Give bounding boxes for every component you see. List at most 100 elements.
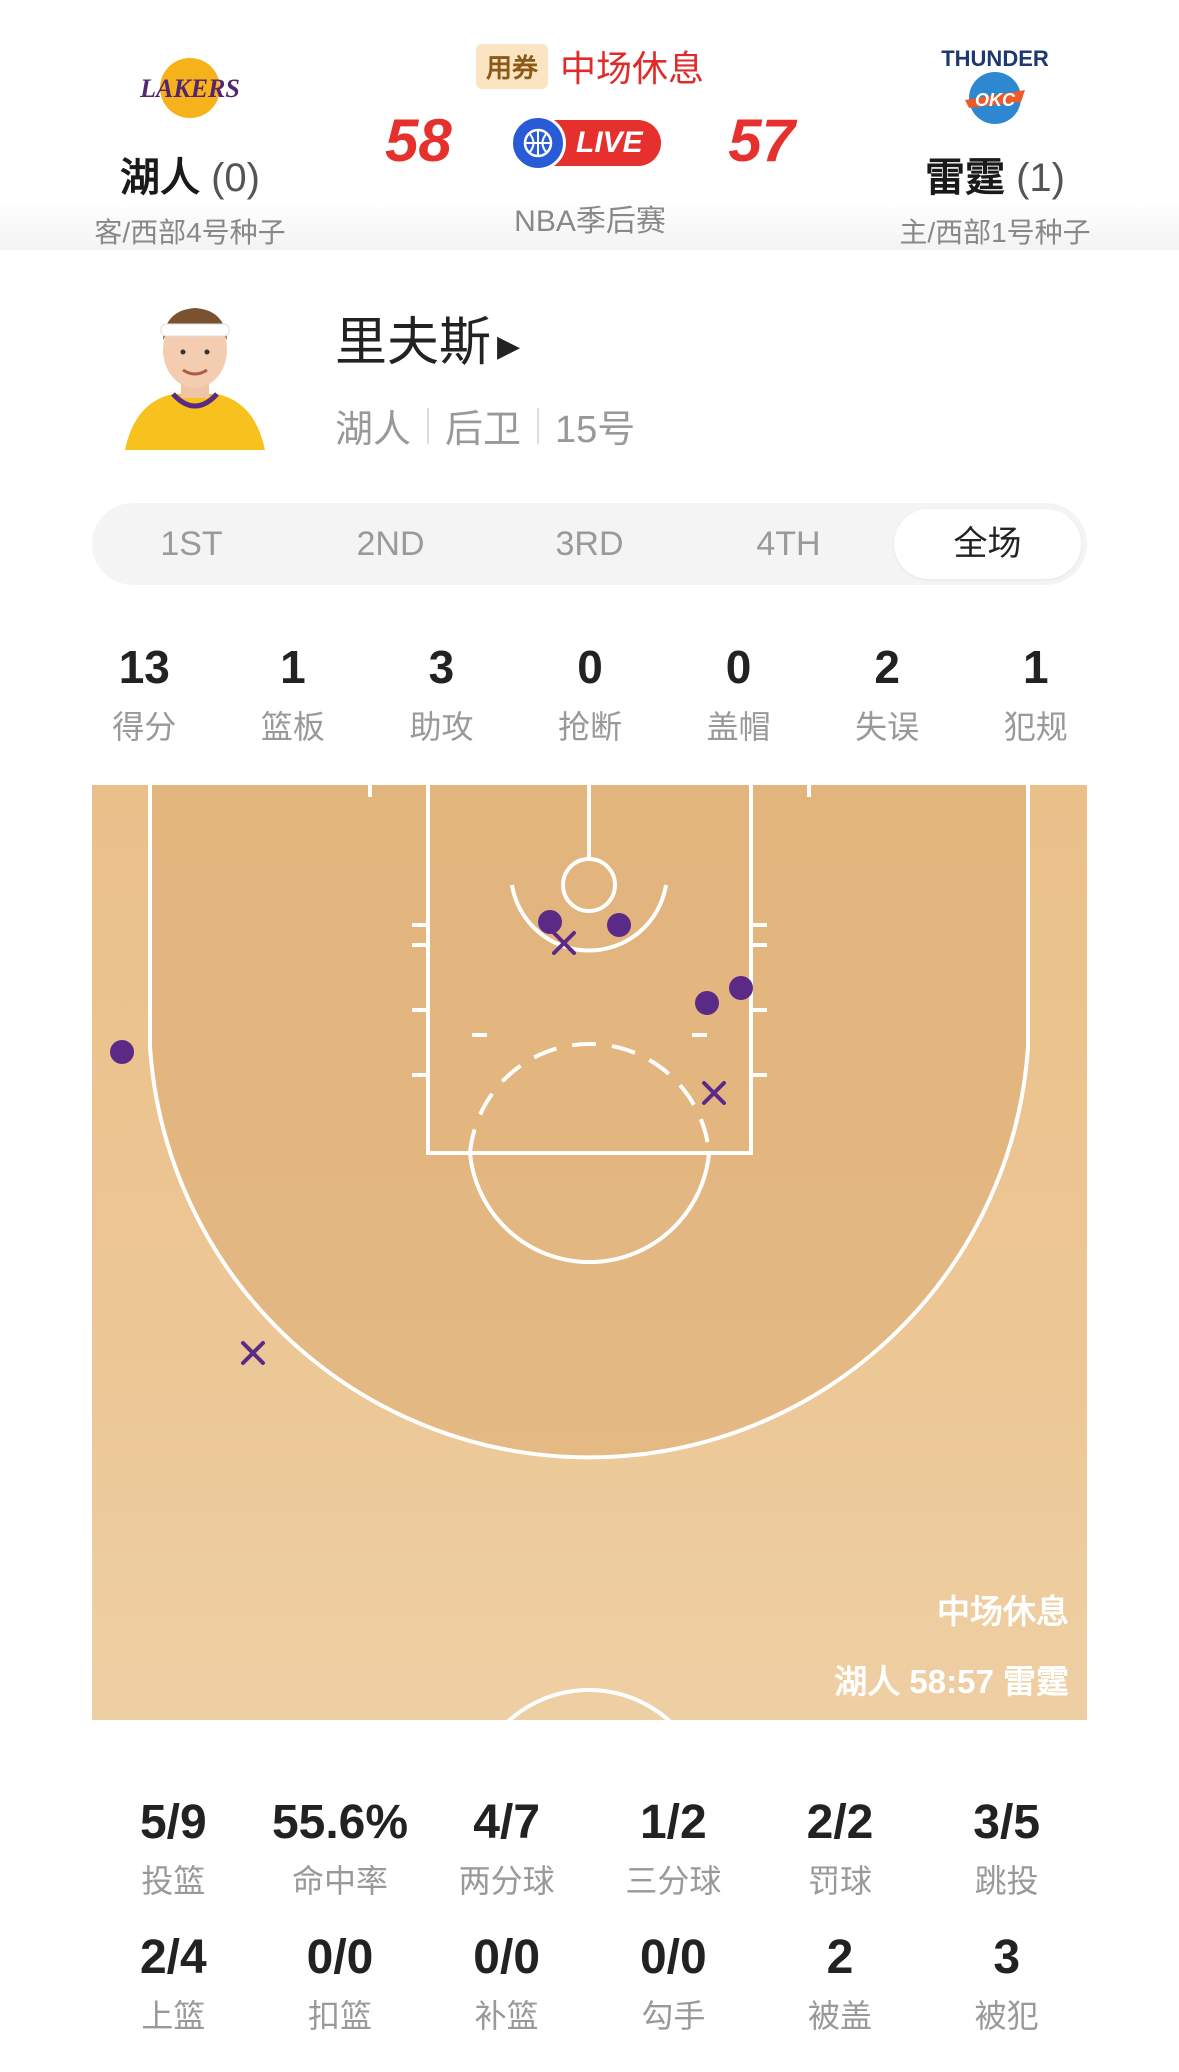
svg-text:OKC: OKC [975, 90, 1016, 110]
tab-1st[interactable]: 1ST [98, 509, 285, 579]
split-blocked: 2 被盖 [757, 1930, 924, 2037]
split-value: 0/0 [639, 1931, 707, 1984]
split-label: 三分球 [625, 1863, 722, 1899]
thunder-logo-icon: THUNDER OKC [845, 40, 1145, 135]
missed-shot-marker[interactable] [241, 1341, 265, 1365]
stat-label: 犯规 [1003, 709, 1068, 745]
split-label: 扣篮 [307, 1998, 372, 2034]
player-meta: 湖人 后卫 15号 [335, 398, 635, 453]
split-tipin: 0/0 补篮 [423, 1930, 590, 2037]
player-position: 后卫 [445, 409, 522, 451]
divider [427, 407, 430, 444]
home-team-name: 雷霆 [924, 156, 1005, 200]
shot-chart: 中场休息 湖人 58:57 雷霆 [92, 785, 1087, 1720]
live-label: LIVE [554, 120, 661, 166]
split-value: 3 [993, 1931, 1021, 1984]
split-label: 被犯 [974, 1998, 1039, 2034]
stat-value: 2 [874, 641, 900, 693]
split-layup: 2/4 上篮 [90, 1930, 257, 2037]
split-fg-pct: 55.6% 命中率 [257, 1795, 424, 1902]
split-label: 勾手 [641, 1998, 706, 2034]
player-name: 里夫斯 [335, 314, 492, 372]
away-score: 58 [385, 107, 452, 174]
split-dunk: 0/0 扣篮 [257, 1930, 424, 2037]
split-label: 补篮 [474, 1998, 539, 2034]
split-value: 2 [826, 1931, 854, 1984]
away-team-wins: (0) [211, 156, 260, 200]
split-value: 3/5 [973, 1796, 1041, 1849]
made-shot-marker[interactable] [695, 991, 719, 1015]
game-status: 中场休息 [560, 48, 705, 89]
stat-label: 盖帽 [706, 709, 771, 745]
court-game-status: 中场休息 [937, 1593, 1069, 1630]
split-label: 两分球 [458, 1863, 555, 1899]
stat-steals: 0 抢断 [516, 640, 665, 748]
tab-3rd[interactable]: 3RD [496, 509, 683, 579]
live-badge[interactable]: LIVE [510, 115, 670, 171]
stat-label: 篮板 [260, 709, 325, 745]
stat-label: 失误 [855, 709, 920, 745]
stat-assists: 3 助攻 [367, 640, 516, 748]
split-2pt: 4/7 两分球 [423, 1795, 590, 1902]
split-label: 投篮 [141, 1863, 206, 1899]
home-score: 57 [728, 107, 795, 174]
home-team-seed: 主/西部1号种子 [899, 217, 1091, 248]
made-shot-marker[interactable] [538, 910, 562, 934]
away-team-name: 湖人 [119, 156, 200, 200]
coupon-badge[interactable]: 用券 [475, 43, 548, 89]
split-label: 命中率 [291, 1863, 388, 1899]
made-shot-marker[interactable] [729, 976, 753, 1000]
home-team-wins: (1) [1016, 156, 1065, 200]
stat-blocks: 0 盖帽 [664, 640, 813, 748]
svg-text:LAKERS: LAKERS [139, 74, 240, 103]
stat-label: 助攻 [409, 709, 474, 745]
game-header: LAKERS 湖人 (0) 客/西部4号种子 用券 中场休息 58 LIVE 5… [0, 0, 1179, 250]
period-tabs: 1ST 2ND 3RD 4TH 全场 [92, 503, 1087, 585]
split-value: 0/0 [306, 1931, 374, 1984]
stat-label: 抢断 [558, 709, 623, 745]
stat-value: 1 [1022, 641, 1049, 693]
split-3pt: 1/2 三分球 [590, 1795, 757, 1902]
league-label: NBA季后赛 [514, 205, 666, 238]
made-shot-marker[interactable] [607, 913, 631, 937]
stat-points: 13 得分 [70, 640, 219, 748]
tab-full-game[interactable]: 全场 [894, 509, 1081, 579]
svg-text:THUNDER: THUNDER [941, 46, 1049, 71]
box-stats: 13 得分 1 篮板 3 助攻 0 抢断 0 盖帽 2 失误 1 犯规 [70, 640, 1110, 748]
split-value: 55.6% [271, 1796, 409, 1849]
split-value: 1/2 [639, 1796, 707, 1849]
scoreboard: 用券 中场休息 58 LIVE 57 NBA季后赛 [365, 40, 815, 240]
split-fg: 5/9 投篮 [90, 1795, 257, 1902]
stat-value: 13 [118, 641, 170, 693]
split-ft: 2/2 罚球 [757, 1795, 924, 1902]
away-team[interactable]: LAKERS 湖人 (0) 客/西部4号种子 [40, 40, 340, 251]
home-team-name-row: 雷霆 (1) [845, 145, 1145, 203]
home-team[interactable]: THUNDER OKC 雷霆 (1) 主/西部1号种子 [845, 40, 1145, 251]
split-value: 4/7 [473, 1796, 541, 1849]
player-team: 湖人 [335, 409, 412, 451]
player-card: 里夫斯 ▶ 湖人 后卫 15号 [0, 270, 1179, 470]
stat-value: 3 [428, 641, 455, 693]
player-name-link[interactable]: 里夫斯 ▶ [335, 300, 520, 375]
lakers-logo-icon: LAKERS [40, 40, 340, 135]
tab-4th[interactable]: 4TH [695, 509, 882, 579]
caret-right-icon: ▶ [497, 329, 521, 363]
split-value: 2/4 [139, 1931, 207, 1984]
shooting-splits: 5/9 投篮 55.6% 命中率 4/7 两分球 1/2 三分球 2/2 罚球 3/5 跳投… [90, 1795, 1090, 2037]
divider [537, 407, 540, 444]
away-team-seed: 客/西部4号种子 [94, 217, 286, 248]
tab-2nd[interactable]: 2ND [297, 509, 484, 579]
split-label: 被盖 [807, 1998, 872, 2034]
stat-label: 得分 [112, 709, 177, 745]
basketball-icon [510, 115, 566, 171]
split-fouled: 3 被犯 [923, 1930, 1090, 2037]
split-label: 罚球 [807, 1863, 872, 1899]
court-lines [110, 785, 1030, 1720]
stat-value: 0 [725, 641, 752, 693]
split-value: 0/0 [473, 1931, 541, 1984]
away-team-name-row: 湖人 (0) [40, 145, 340, 203]
made-shot-marker[interactable] [110, 1040, 134, 1064]
split-label: 跳投 [974, 1863, 1039, 1899]
split-jumpshot: 3/5 跳投 [923, 1795, 1090, 1902]
player-avatar[interactable] [115, 290, 275, 450]
